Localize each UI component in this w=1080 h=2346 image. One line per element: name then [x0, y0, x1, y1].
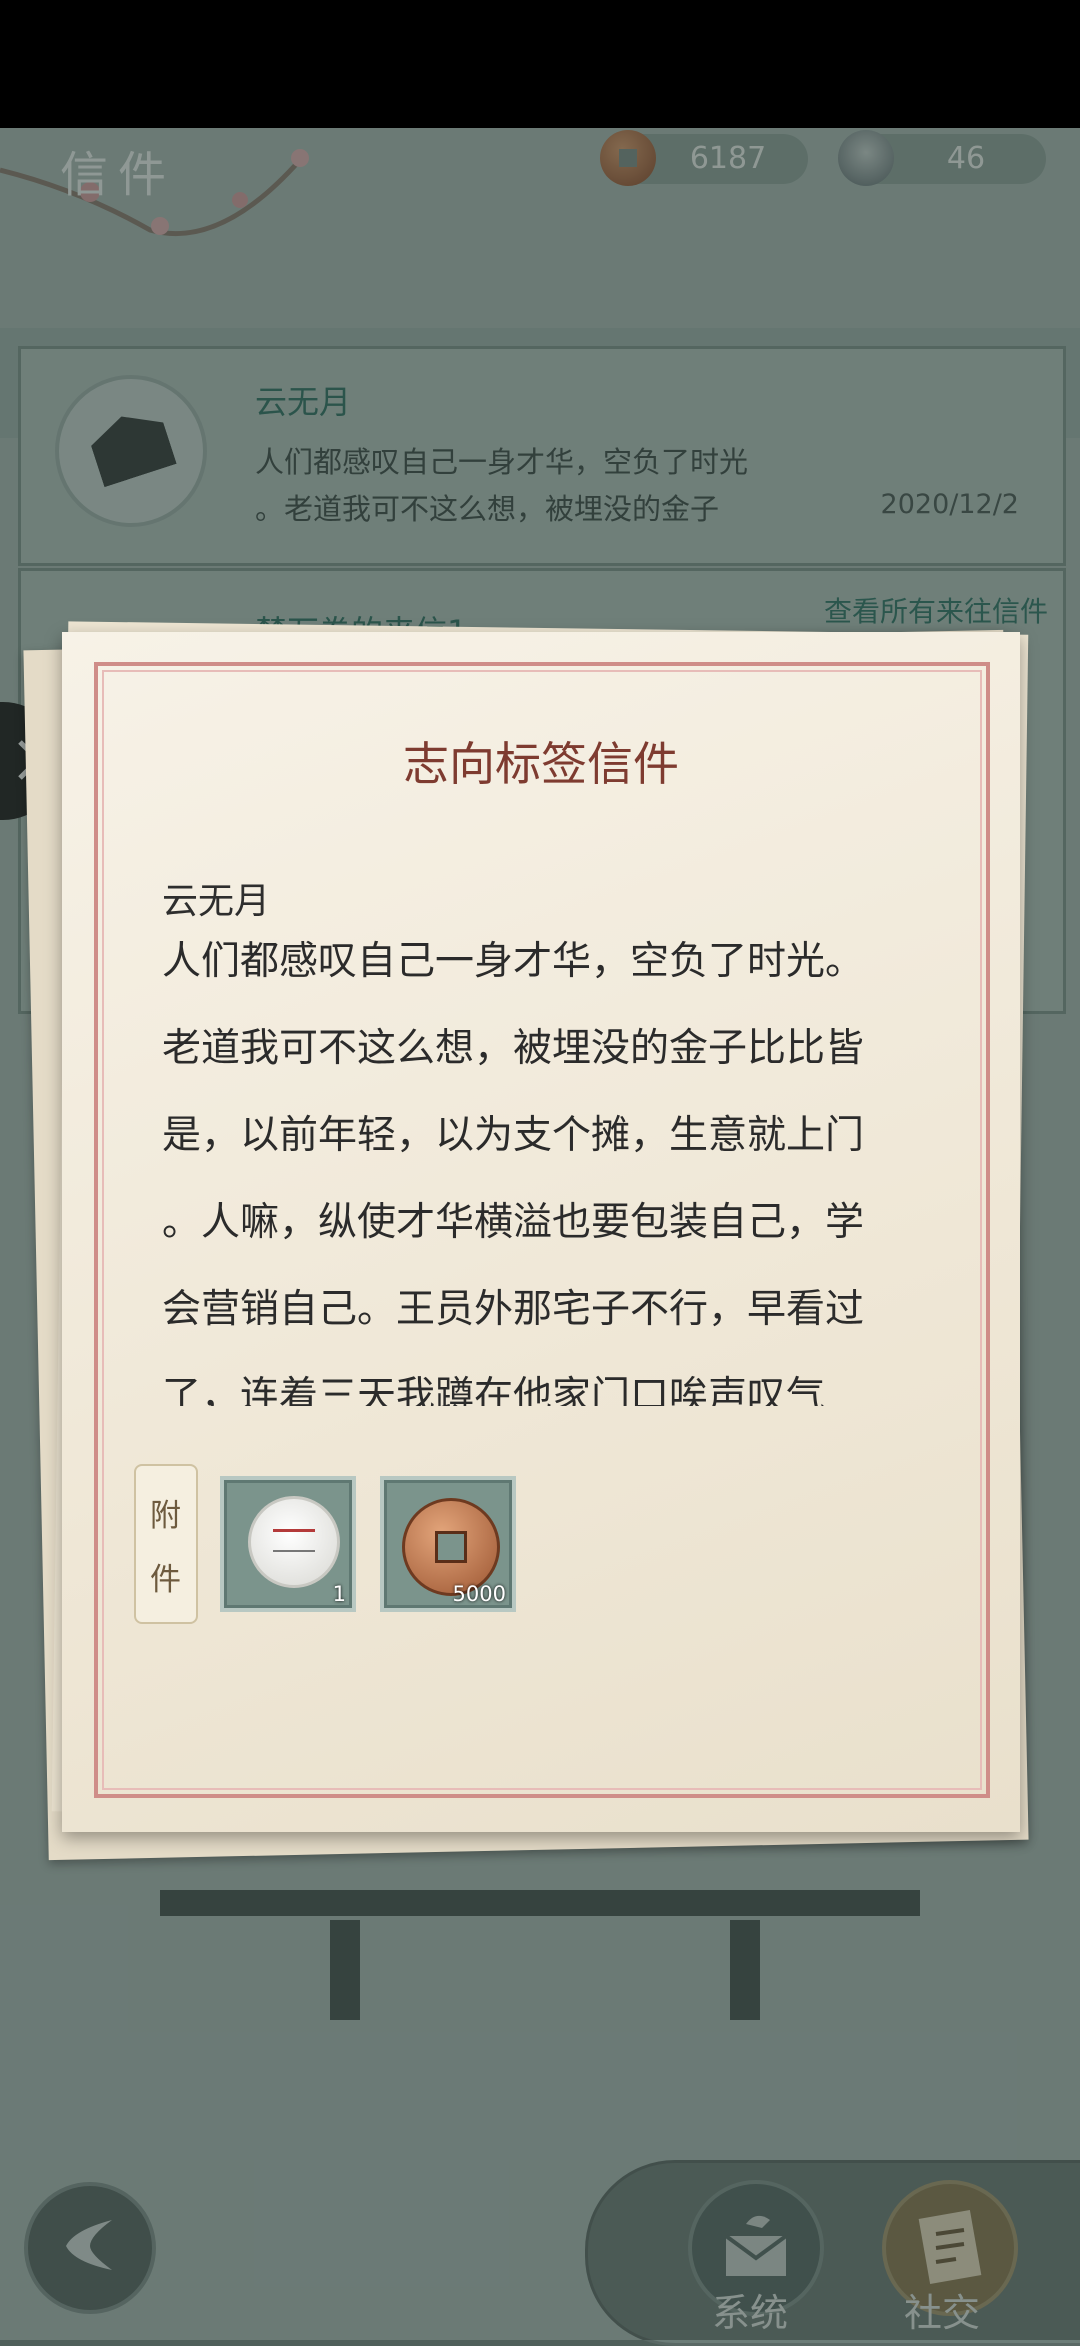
- letter-line: 人们都感叹自己一身才华，空负了时光。: [162, 939, 865, 984]
- letter-title: 志向标签信件: [403, 737, 679, 791]
- attachment-label-char: 件: [150, 1562, 181, 1598]
- attachment-item[interactable]: 5000: [380, 1476, 516, 1612]
- letter-line: 了，连着三天我蹲在他家门口唉声叹气: [162, 1374, 826, 1406]
- seal-icon: [248, 1496, 340, 1588]
- letter-line: 。人嘛，纵使才华横溢也要包装自己，学: [162, 1200, 865, 1245]
- letter-sender: 云无月: [162, 881, 271, 922]
- letter-line: 是，以前年轻，以为支个摊，生意就上门: [162, 1113, 865, 1158]
- attachment-count: 1: [332, 1582, 346, 1606]
- status-bar: [0, 0, 1080, 128]
- letter-dialog: 志向标签信件 云无月 人们都感叹自己一身才华，空负了时光。 老道我可不这么想，被…: [62, 632, 1020, 1832]
- letter-line: 老道我可不这么想，被埋没的金子比比皆: [162, 1026, 865, 1071]
- attachment-item[interactable]: 1: [220, 1476, 356, 1612]
- attachment-label: 附 件: [134, 1464, 198, 1624]
- letter-body[interactable]: 人们都感叹自己一身才华，空负了时光。 老道我可不这么想，被埋没的金子比比皆 是，…: [162, 918, 982, 1406]
- attachment-label-char: 附: [150, 1498, 181, 1534]
- letter-line: 会营销自己。王员外那宅子不行，早看过: [162, 1287, 865, 1332]
- attachment-count: 5000: [452, 1582, 506, 1606]
